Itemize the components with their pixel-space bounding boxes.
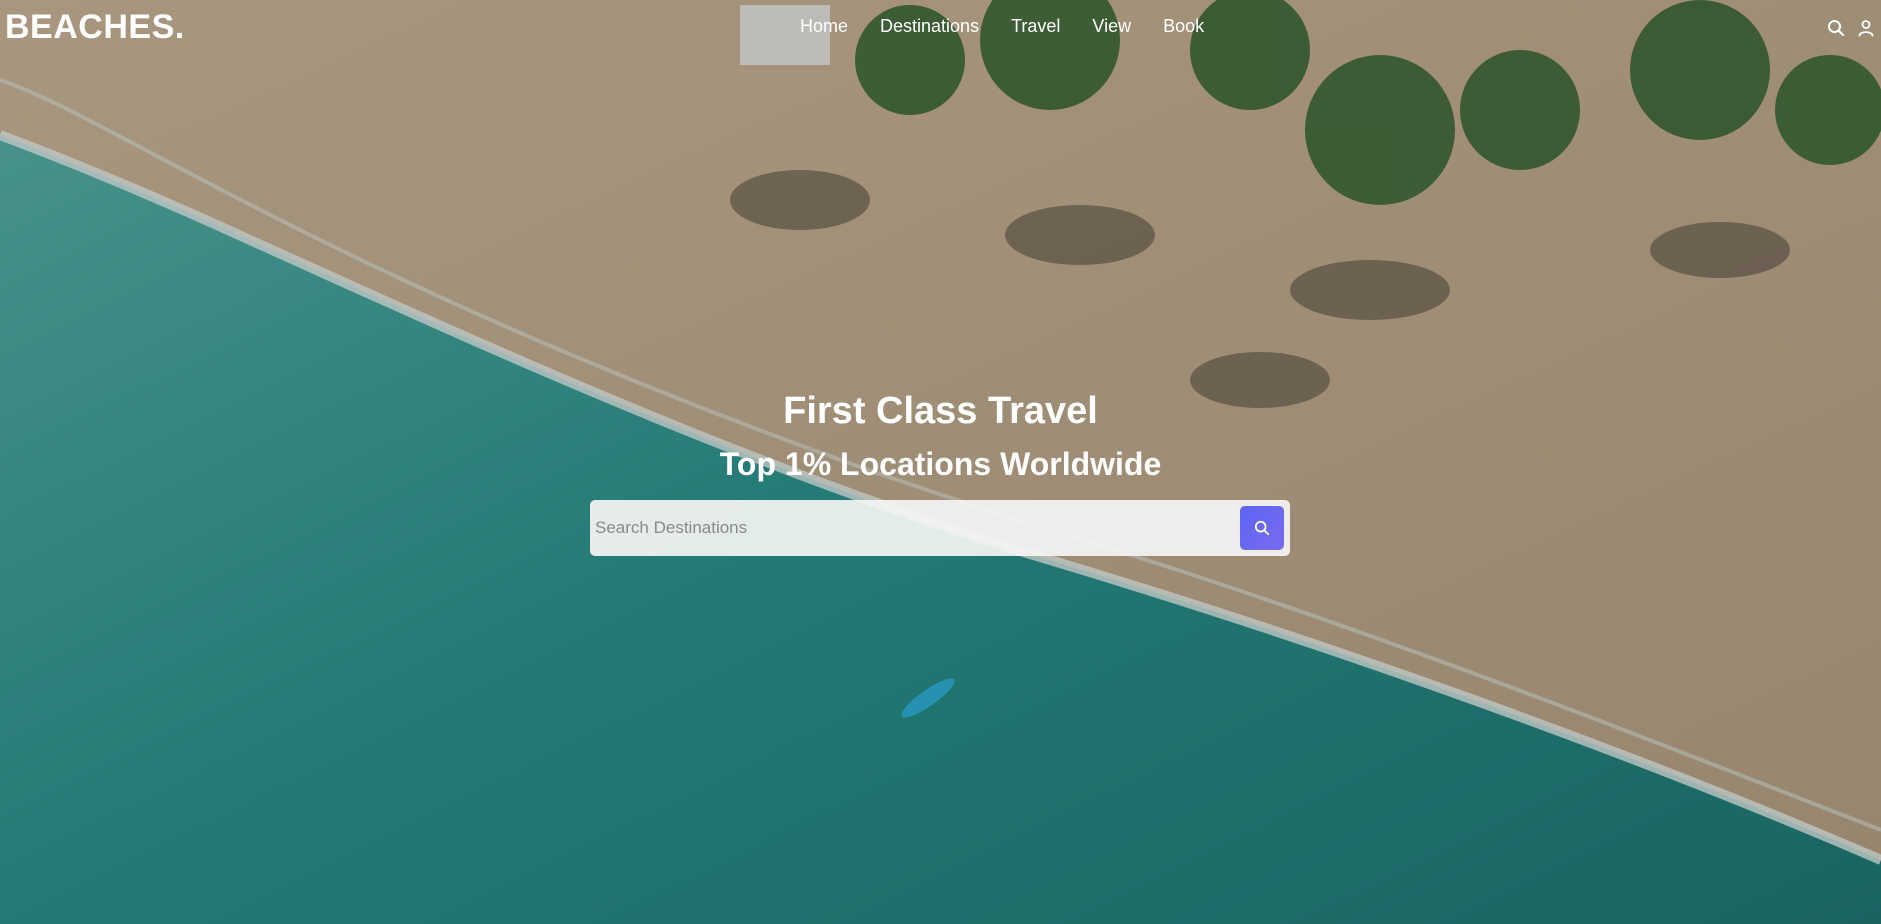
main-nav: Home Destinations Travel View Book <box>800 16 1204 37</box>
search-button[interactable] <box>1240 506 1284 550</box>
nav-item-book[interactable]: Book <box>1163 16 1204 37</box>
search-icon <box>1254 520 1270 536</box>
nav-item-view[interactable]: View <box>1092 16 1131 37</box>
hero-title: First Class Travel <box>783 390 1098 432</box>
hero: BEACHES. Home Destinations Travel View B… <box>0 0 1881 924</box>
nav-item-travel[interactable]: Travel <box>1011 16 1060 37</box>
destination-search-bar <box>590 500 1290 556</box>
search-icon[interactable] <box>1827 19 1845 37</box>
search-input[interactable] <box>590 500 1240 556</box>
hero-subtitle: Top 1% Locations Worldwide <box>719 446 1162 482</box>
brand-logo[interactable]: BEACHES. <box>5 8 185 47</box>
nav-item-home[interactable]: Home <box>800 16 848 37</box>
nav-icons <box>1827 19 1875 37</box>
user-icon[interactable] <box>1857 19 1875 37</box>
nav-item-destinations[interactable]: Destinations <box>880 16 979 37</box>
